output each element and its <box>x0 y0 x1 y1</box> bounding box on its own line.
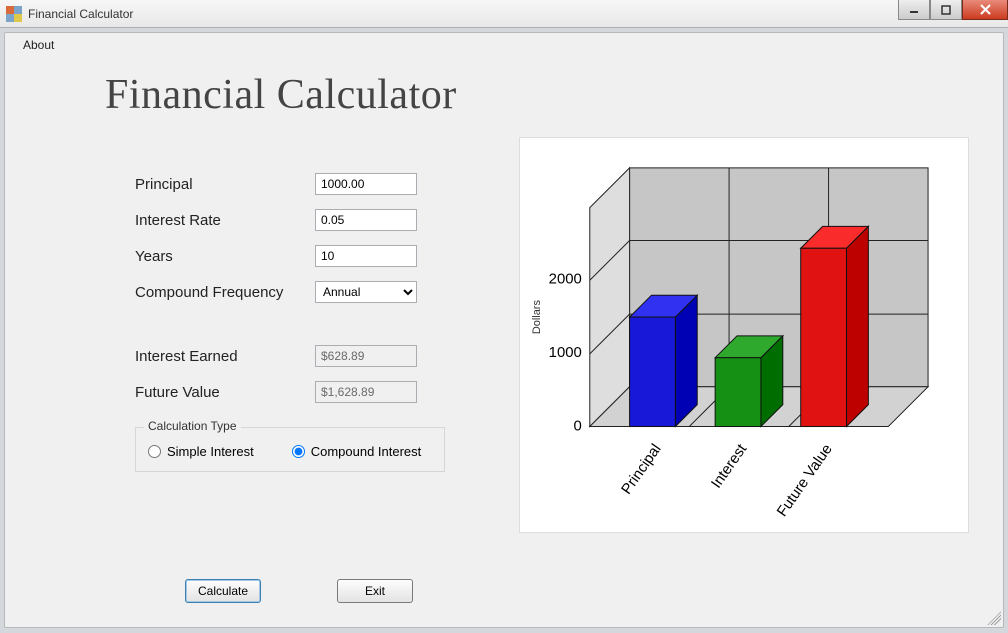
chart-ylabel: Dollars <box>531 300 543 335</box>
calculate-button[interactable]: Calculate <box>185 579 261 603</box>
simple-interest-option[interactable]: Simple Interest <box>148 444 254 459</box>
minimize-button[interactable] <box>898 0 930 20</box>
minimize-icon <box>909 5 919 15</box>
close-button[interactable] <box>962 0 1008 20</box>
calculation-type-group: Calculation Type Simple Interest Compoun… <box>135 427 445 472</box>
menu-about[interactable]: About <box>15 35 62 55</box>
years-label: Years <box>135 248 315 265</box>
menubar: About <box>5 33 1003 57</box>
resize-grip-icon[interactable] <box>987 611 1001 625</box>
page-title: Financial Calculator <box>105 71 1003 119</box>
compfreq-select[interactable]: Annual <box>315 281 417 303</box>
xcat-2: Future Value <box>774 441 836 520</box>
interest-earned-label: Interest Earned <box>135 348 315 365</box>
close-icon <box>980 4 991 15</box>
titlebar: Financial Calculator <box>0 0 1008 28</box>
exit-button[interactable]: Exit <box>337 579 413 603</box>
simple-interest-label: Simple Interest <box>167 444 254 459</box>
window-title: Financial Calculator <box>28 7 133 21</box>
ytick-1: 1000 <box>549 344 582 361</box>
principal-input[interactable] <box>315 173 417 195</box>
bar-chart: Dollars <box>520 138 968 532</box>
simple-interest-radio[interactable] <box>148 445 161 458</box>
maximize-icon <box>941 5 951 15</box>
principal-label: Principal <box>135 176 315 193</box>
xcat-0: Principal <box>618 441 665 498</box>
rate-input[interactable] <box>315 209 417 231</box>
compound-interest-radio[interactable] <box>292 445 305 458</box>
compfreq-label: Compound Frequency <box>135 284 315 301</box>
maximize-button[interactable] <box>930 0 962 20</box>
chart-panel: Dollars <box>519 137 969 533</box>
content-frame: About Financial Calculator Principal Int… <box>4 32 1004 628</box>
compound-interest-label: Compound Interest <box>311 444 422 459</box>
future-value-output <box>315 381 417 403</box>
rate-label: Interest Rate <box>135 212 315 229</box>
years-input[interactable] <box>315 245 417 267</box>
form-area: Principal Interest Rate Years Compound F… <box>135 173 465 472</box>
xcat-1: Interest <box>708 440 751 491</box>
ytick-2: 2000 <box>549 270 582 287</box>
button-row: Calculate Exit <box>185 579 413 603</box>
compound-interest-option[interactable]: Compound Interest <box>292 444 422 459</box>
future-value-label: Future Value <box>135 384 315 401</box>
interest-earned-output <box>315 345 417 367</box>
ytick-0: 0 <box>574 418 582 435</box>
app-icon <box>6 6 22 22</box>
window-controls <box>898 0 1008 27</box>
calculation-type-legend: Calculation Type <box>144 419 241 433</box>
